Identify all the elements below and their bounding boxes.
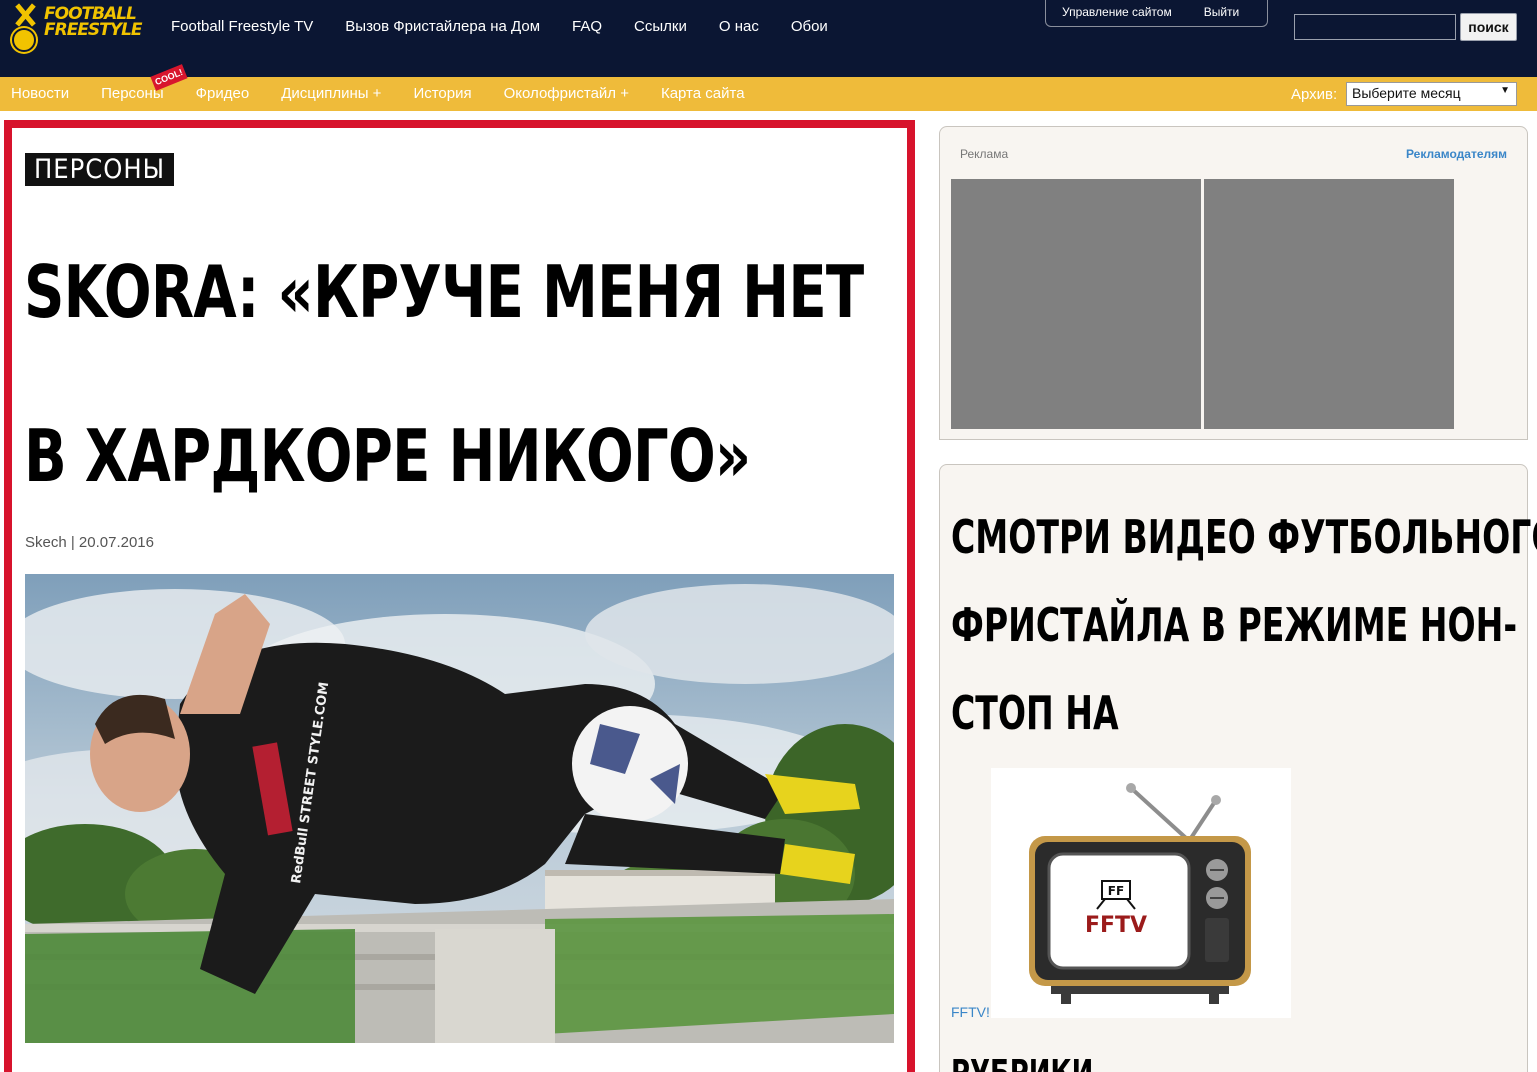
article-card: ПЕРСОНЫ SKORA: «КРУЧЕ МЕНЯ НЕТ В ХАРДКОР… bbox=[4, 120, 915, 1072]
fftv-title-line-2: ФРИСТАЙЛА В РЕЖИМЕ НОН- bbox=[951, 598, 1518, 652]
search-button[interactable]: поиск bbox=[1460, 13, 1517, 41]
football-icon bbox=[12, 28, 36, 52]
subnav-disciplines[interactable]: Дисциплины + bbox=[265, 77, 397, 111]
logout-link[interactable]: Выйти bbox=[1204, 5, 1240, 19]
nav-faq[interactable]: FAQ bbox=[556, 16, 618, 38]
nav-links[interactable]: Ссылки bbox=[618, 16, 703, 38]
fftv-title-line-1: СМОТРИ ВИДЕО ФУТБОЛЬНОГО bbox=[951, 510, 1537, 564]
freestyler-photo-svg: RedBull STREET STYLE.COM bbox=[25, 574, 894, 1043]
subnav-sitemap[interactable]: Карта сайта bbox=[645, 77, 761, 111]
ad-slot-2[interactable] bbox=[1204, 179, 1454, 429]
subnav-news[interactable]: Новости bbox=[0, 77, 85, 111]
advertisers-link[interactable]: Рекламодателям bbox=[1406, 147, 1507, 161]
nav-wallpapers[interactable]: Обои bbox=[775, 16, 844, 38]
article-title: SKORA: «КРУЧЕ МЕНЯ НЕТ В ХАРДКОРЕ НИКОГО… bbox=[24, 210, 864, 538]
rubrics-heading: РУБРИКИ bbox=[951, 1053, 1093, 1072]
archive-label: Архив: bbox=[1291, 86, 1338, 103]
logo-line-2: FREESTYLE bbox=[44, 20, 143, 40]
retro-tv-icon: FF FFTV bbox=[1029, 783, 1251, 1004]
article-title-line-1: SKORA: «КРУЧЕ МЕНЯ НЕТ bbox=[24, 250, 864, 334]
nav-football-freestyle-tv[interactable]: Football Freestyle TV bbox=[155, 16, 329, 38]
site-logo[interactable]: FOOTBALL FREESTYLE bbox=[8, 4, 148, 56]
nav-about[interactable]: О нас bbox=[703, 16, 775, 38]
main-nav: Football Freestyle TV Вызов Фристайлера … bbox=[155, 16, 844, 38]
fftv-logo-mark: FF bbox=[1108, 884, 1124, 898]
fftv-widget-title: СМОТРИ ВИДЕО ФУТБОЛЬНОГО ФРИСТАЙЛА В РЕЖ… bbox=[951, 493, 1537, 757]
article-photo: RedBull STREET STYLE.COM bbox=[25, 574, 894, 1043]
crossed-bones-icon bbox=[12, 4, 38, 26]
search-input[interactable] bbox=[1294, 14, 1456, 40]
archive-selected-value: Выберите месяц bbox=[1352, 85, 1461, 101]
manage-site-link[interactable]: Управление сайтом bbox=[1062, 5, 1172, 19]
article-title-line-2: В ХАРДКОРЕ НИКОГО» bbox=[24, 414, 751, 498]
article-category-tag[interactable]: ПЕРСОНЫ bbox=[25, 153, 175, 186]
fftv-widget: СМОТРИ ВИДЕО ФУТБОЛЬНОГО ФРИСТАЙЛА В РЕЖ… bbox=[939, 464, 1537, 1072]
top-header: FOOTBALL FREESTYLE Football Freestyle TV… bbox=[0, 0, 1537, 77]
dropdown-arrow-icon: ▼ bbox=[1500, 85, 1510, 96]
fftv-title-line-3: СТОП НА bbox=[951, 686, 1119, 740]
ad-widget: Реклама Рекламодателям bbox=[939, 126, 1528, 440]
fftv-banner[interactable]: FF FFTV bbox=[991, 768, 1291, 1018]
subnav-history[interactable]: История bbox=[397, 77, 487, 111]
subnav-okolofreestyle[interactable]: Околофристайл + bbox=[488, 77, 645, 111]
ad-label: Реклама bbox=[960, 147, 1009, 161]
admin-panel: Управление сайтом Выйти bbox=[1045, 0, 1268, 27]
ad-slot-1[interactable] bbox=[951, 179, 1201, 429]
subnav-frideo[interactable]: Фридео bbox=[180, 77, 266, 111]
nav-freestyler-call[interactable]: Вызов Фристайлера на Дом bbox=[329, 16, 556, 38]
article-byline: Skech | 20.07.2016 bbox=[25, 534, 154, 551]
fftv-logo-text: FFTV bbox=[1085, 913, 1147, 938]
archive-month-select[interactable]: Выберите месяц ▼ bbox=[1346, 82, 1517, 106]
logo-text: FOOTBALL FREESTYLE bbox=[44, 6, 154, 40]
fftv-link[interactable]: FFTV! bbox=[951, 1004, 990, 1020]
